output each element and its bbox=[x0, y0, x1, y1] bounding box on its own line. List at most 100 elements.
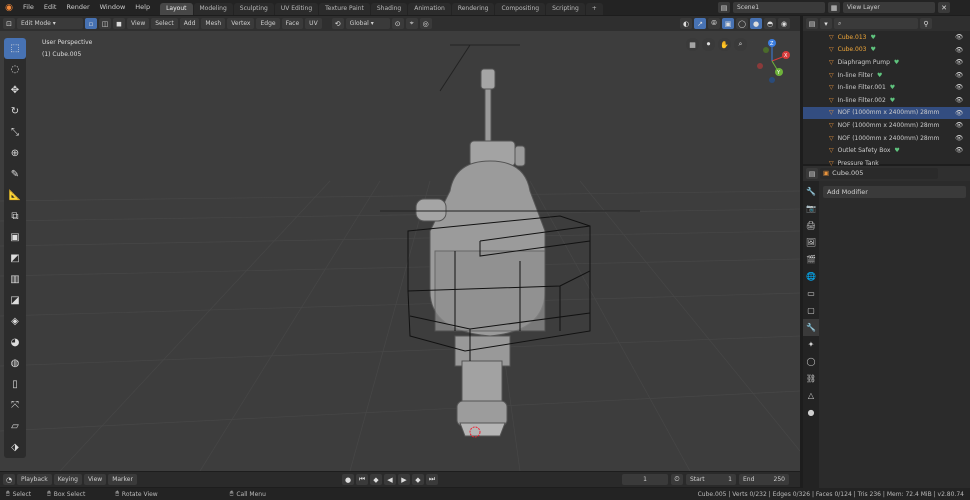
close-icon[interactable]: ✕ bbox=[938, 2, 950, 13]
orientation-dropdown[interactable]: Global ▾ bbox=[346, 18, 390, 29]
proportional-edit-icon[interactable]: ◎ bbox=[420, 18, 432, 29]
playback-menu[interactable]: Playback bbox=[17, 474, 52, 485]
material-shading-icon[interactable]: ◓ bbox=[764, 18, 776, 29]
outliner-row[interactable]: ▽NOF (1000mm x 2400mm) 28mm bbox=[803, 119, 970, 132]
view-layer-field[interactable]: View Layer bbox=[843, 2, 935, 13]
snap-icon[interactable]: ⌖ bbox=[406, 18, 418, 29]
grid-view-icon[interactable]: ▦ bbox=[686, 38, 699, 51]
menu-help[interactable]: Help bbox=[130, 0, 155, 15]
outliner-row[interactable]: ▽NOF (1000mm x 2400mm) 28mm bbox=[803, 132, 970, 145]
outliner-row[interactable]: ▽Cube.003♥ bbox=[803, 44, 970, 57]
modifier-tab-icon[interactable]: 🔧 bbox=[803, 319, 819, 336]
shear-tool-icon[interactable]: ▱ bbox=[4, 416, 26, 437]
scale-tool-icon[interactable]: ⤡ bbox=[4, 122, 26, 143]
properties-editor-icon[interactable]: ▤ bbox=[806, 168, 818, 179]
add-workspace-button[interactable]: + bbox=[586, 3, 603, 15]
loop-cut-tool-icon[interactable]: ▥ bbox=[4, 269, 26, 290]
tab-compositing[interactable]: Compositing bbox=[495, 3, 545, 15]
scene-tab-icon[interactable]: 🎬 bbox=[803, 251, 819, 268]
vertex-select-icon[interactable]: ▫ bbox=[85, 18, 97, 29]
play-reverse-icon[interactable]: ◀ bbox=[384, 474, 396, 485]
solid-shading-icon[interactable]: ● bbox=[750, 18, 762, 29]
menu-face[interactable]: Face bbox=[282, 18, 304, 29]
tab-uv-editing[interactable]: UV Editing bbox=[275, 3, 318, 15]
menu-uv[interactable]: UV bbox=[305, 18, 322, 29]
tab-shading[interactable]: Shading bbox=[371, 3, 407, 15]
outliner-row[interactable]: ▽In-line Filter.002♥ bbox=[803, 94, 970, 107]
eye-icon[interactable]: 👁 bbox=[955, 144, 967, 157]
eye-icon[interactable]: 👁 bbox=[955, 132, 967, 145]
eye-icon[interactable]: 👁 bbox=[955, 94, 967, 107]
record-icon[interactable]: ● bbox=[342, 474, 354, 485]
world-tab-icon[interactable]: 🌐 bbox=[803, 268, 819, 285]
outliner-row[interactable]: ▽NOF (1000mm x 2400mm) 28mm bbox=[803, 107, 970, 120]
tab-texture-paint[interactable]: Texture Paint bbox=[319, 3, 370, 15]
rotate-tool-icon[interactable]: ↻ bbox=[4, 101, 26, 122]
jump-end-icon[interactable]: ⏭ bbox=[426, 474, 438, 485]
keying-menu[interactable]: Keying bbox=[54, 474, 82, 485]
output-tab-icon[interactable]: 🖨 bbox=[803, 217, 819, 234]
mode-dropdown[interactable]: Edit Mode ▾ bbox=[17, 18, 83, 29]
tab-sculpting[interactable]: Sculpting bbox=[234, 3, 274, 15]
spin-tool-icon[interactable]: ◕ bbox=[4, 332, 26, 353]
add-modifier-dropdown[interactable]: Add Modifier bbox=[823, 186, 966, 198]
edge-select-icon[interactable]: ◫ bbox=[99, 18, 111, 29]
current-frame-field[interactable]: 1 bbox=[622, 474, 668, 485]
tab-modeling[interactable]: Modeling bbox=[194, 3, 233, 15]
face-select-icon[interactable]: ◼ bbox=[113, 18, 125, 29]
edge-slide-tool-icon[interactable]: ▯ bbox=[4, 374, 26, 395]
shrink-fatten-tool-icon[interactable]: ⤧ bbox=[4, 395, 26, 416]
eye-icon[interactable]: 👁 bbox=[955, 81, 967, 94]
eye-icon[interactable]: 👁 bbox=[955, 107, 967, 120]
tab-animation[interactable]: Animation bbox=[408, 3, 451, 15]
outliner-search-input[interactable]: ⌕ bbox=[834, 18, 918, 29]
timeline-view-menu[interactable]: View bbox=[84, 474, 106, 485]
knife-tool-icon[interactable]: ◪ bbox=[4, 290, 26, 311]
select-box-tool-icon[interactable]: ⬚ bbox=[4, 38, 26, 59]
eye-icon[interactable]: 👁 bbox=[955, 31, 967, 44]
physics-tab-icon[interactable]: ◯ bbox=[803, 353, 819, 370]
move-tool-icon[interactable]: ✥ bbox=[4, 80, 26, 101]
rip-region-tool-icon[interactable]: ⬗ bbox=[4, 437, 26, 458]
eye-icon[interactable]: 👁 bbox=[955, 119, 967, 132]
menu-mesh[interactable]: Mesh bbox=[201, 18, 225, 29]
rendered-shading-icon[interactable]: ◉ bbox=[778, 18, 790, 29]
collection-tab-icon[interactable]: ▭ bbox=[803, 285, 819, 302]
render-tab-icon[interactable]: 📷 bbox=[803, 200, 819, 217]
outliner-row[interactable]: ▽In-line Filter.001♥ bbox=[803, 81, 970, 94]
start-frame-field[interactable]: Start 1 bbox=[686, 474, 736, 485]
scene-icon[interactable]: ▤ bbox=[718, 2, 730, 13]
jump-start-icon[interactable]: ⏮ bbox=[356, 474, 368, 485]
smooth-tool-icon[interactable]: ◍ bbox=[4, 353, 26, 374]
particles-tab-icon[interactable]: ✦ bbox=[803, 336, 819, 353]
outliner-row[interactable]: ▽In-line Filter♥ bbox=[803, 69, 970, 82]
prev-keyframe-icon[interactable]: ◆ bbox=[370, 474, 382, 485]
menu-view[interactable]: View bbox=[127, 18, 149, 29]
constraints-tab-icon[interactable]: ⛓ bbox=[803, 370, 819, 387]
tool-tab-icon[interactable]: 🔧 bbox=[803, 183, 819, 200]
bevel-tool-icon[interactable]: ◩ bbox=[4, 248, 26, 269]
marker-menu[interactable]: Marker bbox=[108, 474, 137, 485]
outliner-row[interactable]: ▽Cube.013♥ bbox=[803, 31, 970, 44]
blender-logo-icon[interactable]: ◉ bbox=[0, 3, 18, 13]
data-tab-icon[interactable]: △ bbox=[803, 387, 819, 404]
hand-pan-icon[interactable]: ✋ bbox=[718, 38, 731, 51]
menu-window[interactable]: Window bbox=[95, 0, 131, 15]
timeline-editor-icon[interactable]: ◔ bbox=[3, 474, 15, 485]
menu-edit[interactable]: Edit bbox=[39, 0, 62, 15]
outliner-display-icon[interactable]: ▾ bbox=[820, 18, 832, 29]
outliner-row[interactable]: ▽Outlet Safety Box♥ bbox=[803, 144, 970, 157]
inset-tool-icon[interactable]: ▣ bbox=[4, 227, 26, 248]
menu-file[interactable]: File bbox=[18, 0, 39, 15]
next-keyframe-icon[interactable]: ◆ bbox=[412, 474, 424, 485]
gizmo-toggle-icon[interactable]: ↗ bbox=[694, 18, 706, 29]
navigation-gizmo[interactable]: Z X Y bbox=[750, 36, 795, 86]
outliner-row[interactable]: ▽Diaphragm Pump♥ bbox=[803, 56, 970, 69]
eye-icon[interactable]: 👁 bbox=[955, 44, 967, 57]
menu-edge[interactable]: Edge bbox=[256, 18, 279, 29]
play-icon[interactable]: ▶ bbox=[398, 474, 410, 485]
material-tab-icon[interactable]: ● bbox=[803, 404, 819, 421]
object-tab-icon[interactable]: ▢ bbox=[803, 302, 819, 319]
editor-type-icon[interactable]: ⊡ bbox=[3, 18, 15, 29]
overlay-icon[interactable]: ⦾ bbox=[708, 18, 720, 29]
